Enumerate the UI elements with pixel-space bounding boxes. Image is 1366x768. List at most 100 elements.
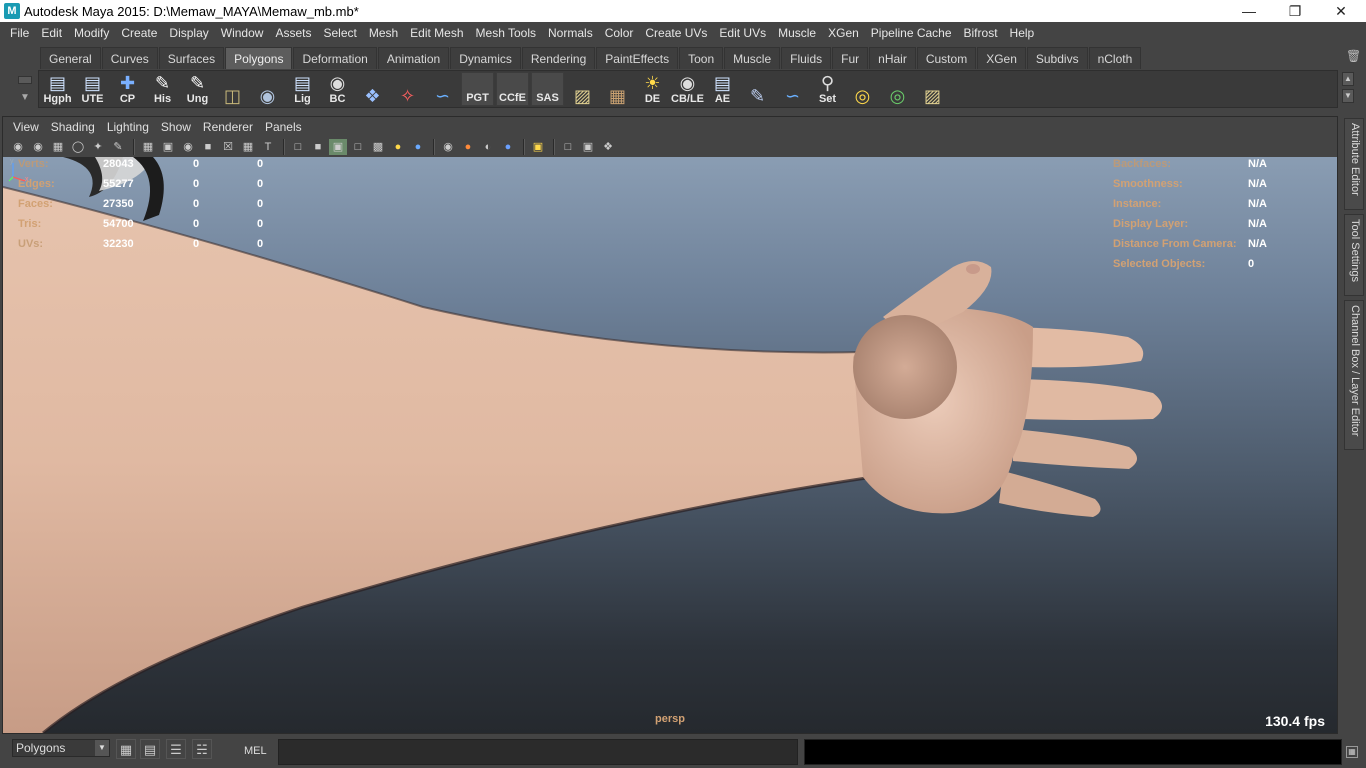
shelf-tab-muscle[interactable]: Muscle	[724, 47, 781, 69]
menu-edit-uvs[interactable]: Edit UVs	[713, 22, 772, 44]
menu-normals[interactable]: Normals	[542, 22, 599, 44]
shelf-button-hgph[interactable]: ▤ Hgph	[41, 72, 74, 106]
menu-window[interactable]: Window	[215, 22, 270, 44]
shelf-button-cp[interactable]: ✚ CP	[111, 72, 144, 106]
shelf-menu-handle[interactable]: ▼	[10, 46, 38, 110]
menu-muscle[interactable]: Muscle	[772, 22, 822, 44]
shelf-button-uv-plane[interactable]: ▨	[916, 72, 949, 106]
menu-create-uvs[interactable]: Create UVs	[639, 22, 713, 44]
grease-pencil-icon[interactable]: ✎	[109, 139, 127, 155]
tab-tool-settings[interactable]: Tool Settings	[1344, 214, 1364, 296]
minimize-icon[interactable]: —	[1226, 0, 1272, 22]
shelf-tab-ncloth[interactable]: nCloth	[1088, 47, 1142, 69]
menu-create[interactable]: Create	[115, 22, 163, 44]
2d-pan-zoom-icon[interactable]: ✦	[89, 139, 107, 155]
grid-icon[interactable]: ▦	[139, 139, 157, 155]
tab-attribute-editor[interactable]: Attribute Editor	[1344, 118, 1364, 210]
shelf-tab-fur[interactable]: Fur	[832, 47, 869, 69]
shelf-tab-subdivs[interactable]: Subdivs	[1026, 47, 1088, 69]
shelf-button-uv-grid[interactable]: ▦	[601, 72, 634, 106]
depth-of-field-icon[interactable]: ●	[499, 139, 517, 155]
shelf-tab-painteffects[interactable]: PaintEffects	[596, 47, 679, 69]
panel-menu-show[interactable]: Show	[155, 120, 197, 134]
shelf-button-uv-plane[interactable]: ▨	[566, 72, 599, 106]
command-line-input[interactable]	[278, 739, 798, 765]
shelf-tab-fluids[interactable]: Fluids	[781, 47, 832, 69]
textured-icon[interactable]: ▩	[369, 139, 387, 155]
panel-menu-shading[interactable]: Shading	[45, 120, 101, 134]
shadows-icon[interactable]: ●	[409, 139, 427, 155]
shelf-button-find-globe[interactable]: ◉	[251, 72, 284, 106]
shelf-tab-polygons[interactable]: Polygons	[225, 47, 293, 69]
shelf-button-ae[interactable]: ▤ AE	[706, 72, 739, 106]
menu-display[interactable]: Display	[163, 22, 214, 44]
script-editor-button-icon[interactable]: ▦	[1346, 746, 1358, 758]
close-icon[interactable]: ✕	[1318, 0, 1364, 22]
menu-mesh[interactable]: Mesh	[363, 22, 404, 44]
xray-joints-icon[interactable]: ▣	[579, 139, 597, 155]
shelf-tab-rendering[interactable]: Rendering	[521, 47, 596, 69]
wireframe-icon[interactable]: □	[289, 139, 307, 155]
shelf-button-sas[interactable]: SAS	[531, 72, 564, 106]
safe-title-icon[interactable]: T	[259, 139, 277, 155]
smooth-shade-icon[interactable]: ■	[309, 139, 327, 155]
shelf-button-color-wheel[interactable]: ◎	[881, 72, 914, 106]
safe-action-icon[interactable]: ▦	[239, 139, 257, 155]
ambient-occlusion-icon[interactable]: ◉	[439, 139, 457, 155]
shelf-button-pgt[interactable]: PGT	[461, 72, 494, 106]
menu-set-select[interactable]: Polygons ▼	[12, 739, 110, 757]
hypershade-icon[interactable]: ☵	[192, 739, 212, 759]
menu-help[interactable]: Help	[1004, 22, 1041, 44]
shelf-button-cble[interactable]: ◉ CB/LE	[671, 72, 704, 106]
shelf-tab-curves[interactable]: Curves	[101, 47, 158, 69]
shelf-button-lig[interactable]: ▤ Lig	[286, 72, 319, 106]
menu-xgen[interactable]: XGen	[822, 22, 865, 44]
shelf-tab-custom[interactable]: Custom	[916, 47, 977, 69]
menu-color[interactable]: Color	[599, 22, 640, 44]
render-settings-icon[interactable]: ▦	[116, 739, 136, 759]
menu-edit-mesh[interactable]: Edit Mesh	[404, 22, 469, 44]
shelf-tab-animation[interactable]: Animation	[377, 47, 450, 69]
resolution-gate-icon[interactable]: ◉	[179, 139, 197, 155]
outliner-icon[interactable]: ☰	[166, 739, 186, 759]
panel-menu-lighting[interactable]: Lighting	[101, 120, 155, 134]
shelf-button-ute[interactable]: ▤ UTE	[76, 72, 109, 106]
gate-mask-icon[interactable]: ■	[199, 139, 217, 155]
film-gate-icon[interactable]: ▣	[159, 139, 177, 155]
image-plane-icon[interactable]: ◯	[69, 139, 87, 155]
panel-menu-renderer[interactable]: Renderer	[197, 120, 259, 134]
shelf-tab-nhair[interactable]: nHair	[869, 47, 916, 69]
shelf-button-set[interactable]: ⚲ Set	[811, 72, 844, 106]
menu-select[interactable]: Select	[317, 22, 362, 44]
shelf-tab-surfaces[interactable]: Surfaces	[158, 47, 225, 69]
shelf-button-lattice-cube[interactable]: ❖	[356, 72, 389, 106]
shelf-tab-deformation[interactable]: Deformation	[293, 47, 377, 69]
scroll-up-icon[interactable]: ▲	[1342, 72, 1354, 86]
xray-icon[interactable]: □	[559, 139, 577, 155]
shelf-scroll[interactable]: ▲ ▼	[1342, 72, 1356, 106]
menu-pipeline-cache[interactable]: Pipeline Cache	[865, 22, 958, 44]
shelf-button-curve[interactable]: ∽	[426, 72, 459, 106]
field-chart-icon[interactable]: ☒	[219, 139, 237, 155]
panel-menu-panels[interactable]: Panels	[259, 120, 308, 134]
shelf-tab-dynamics[interactable]: Dynamics	[450, 47, 521, 69]
shelf-button-ung[interactable]: ✎ Ung	[181, 72, 214, 106]
chevron-down-icon[interactable]: ▼	[95, 740, 109, 756]
bookmark-icon[interactable]: ▦	[49, 139, 67, 155]
shelf-button-his[interactable]: ✎ His	[146, 72, 179, 106]
shelf-button-brush[interactable]: ✎	[741, 72, 774, 106]
menu-modify[interactable]: Modify	[68, 22, 115, 44]
menu-file[interactable]: File	[4, 22, 35, 44]
shelf-button-target-ring[interactable]: ◎	[846, 72, 879, 106]
default-material-icon[interactable]: □	[349, 139, 367, 155]
trash-icon[interactable]: 🗑	[1346, 49, 1361, 63]
multisample-aa-icon[interactable]: ◐	[479, 139, 497, 155]
menu-assets[interactable]: Assets	[269, 22, 317, 44]
menu-bifrost[interactable]: Bifrost	[958, 22, 1004, 44]
all-lights-icon[interactable]: ●	[389, 139, 407, 155]
isolate-select-icon[interactable]: ▣	[529, 139, 547, 155]
shelf-button-ccfe[interactable]: CCfE	[496, 72, 529, 106]
menu-edit[interactable]: Edit	[35, 22, 68, 44]
tab-channel-box-layer-editor[interactable]: Channel Box / Layer Editor	[1344, 300, 1364, 450]
chevron-down-icon[interactable]: ▼	[18, 92, 32, 106]
